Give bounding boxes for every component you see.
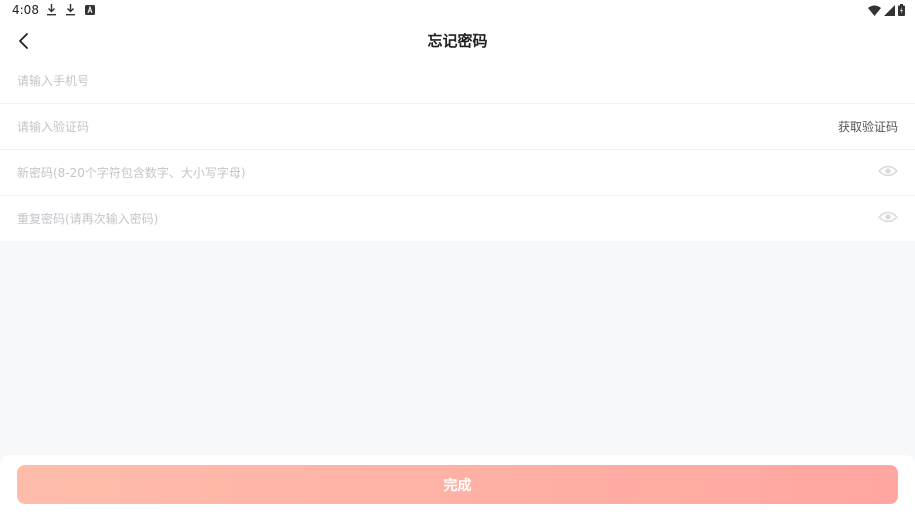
status-bar: 4:08	[0, 0, 915, 22]
get-code-button[interactable]: 获取验证码	[838, 118, 898, 135]
eye-icon[interactable]	[878, 210, 898, 224]
submit-button[interactable]: 完成	[17, 465, 898, 504]
new-password-row	[0, 150, 915, 196]
new-password-input[interactable]	[17, 150, 797, 195]
download-icon	[66, 4, 75, 16]
app-notification-icon	[85, 5, 95, 15]
download-icon	[47, 4, 56, 16]
reset-password-form: 获取验证码	[0, 58, 915, 241]
battery-icon	[898, 4, 905, 16]
bottom-action-bar: 完成	[0, 455, 915, 515]
phone-input[interactable]	[17, 58, 797, 103]
verification-code-input[interactable]	[17, 104, 797, 149]
page-title: 忘记密码	[427, 32, 488, 50]
phone-row	[0, 58, 915, 104]
repeat-password-input[interactable]	[17, 196, 797, 241]
header-bar: 忘记密码	[0, 22, 915, 58]
code-row: 获取验证码	[0, 104, 915, 150]
wifi-icon	[868, 5, 881, 16]
status-right-icons	[868, 4, 905, 16]
eye-icon[interactable]	[878, 164, 898, 178]
repeat-password-row	[0, 196, 915, 241]
signal-icon	[884, 4, 895, 16]
status-time: 4:08	[12, 3, 39, 17]
